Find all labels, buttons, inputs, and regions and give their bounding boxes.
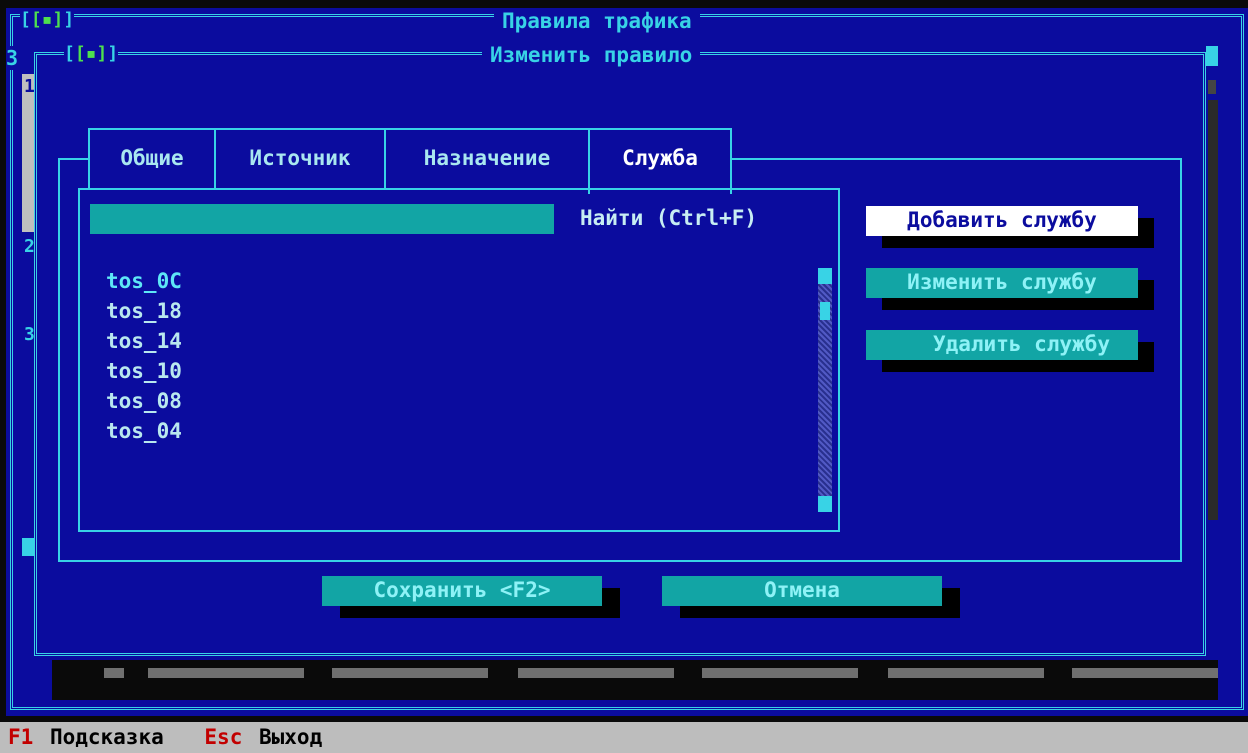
add-service-button[interactable]: Добавить службу bbox=[866, 206, 1138, 236]
list-item[interactable]: tos_18 bbox=[106, 296, 182, 326]
outer-window-number: 3 bbox=[6, 46, 19, 70]
list-scroll-thumb[interactable] bbox=[820, 302, 830, 320]
list-item[interactable]: tos_14 bbox=[106, 326, 182, 356]
tab-destination[interactable]: Назначение bbox=[384, 128, 590, 190]
dialog-title: Изменить правило bbox=[482, 44, 701, 66]
list-item[interactable]: tos_0C bbox=[106, 266, 182, 296]
exit-key[interactable]: Esc bbox=[204, 725, 242, 749]
edit-rule-dialog: [[▪]] Изменить правило Общие Источник На… bbox=[34, 40, 1206, 656]
outer-window-close-button[interactable]: [[▪]] bbox=[20, 10, 75, 30]
list-item[interactable]: tos_04 bbox=[106, 416, 182, 446]
exit-label[interactable]: Выход bbox=[259, 725, 322, 749]
bottom-bar-segment bbox=[332, 668, 488, 678]
delete-service-button[interactable]: Удалить службу bbox=[866, 330, 1138, 360]
list-item[interactable]: tos_10 bbox=[106, 356, 182, 386]
save-button[interactable]: Сохранить <F2> bbox=[322, 576, 602, 606]
bottom-bar-segment bbox=[702, 668, 858, 678]
cancel-button[interactable]: Отмена bbox=[662, 576, 942, 606]
dialog-close-button[interactable]: [[▪]] bbox=[64, 44, 119, 64]
scroll-down-icon[interactable] bbox=[818, 496, 832, 512]
status-bar: F1 Подсказка Esc Выход bbox=[0, 722, 1248, 753]
tab-service[interactable]: Служба bbox=[588, 128, 732, 194]
search-input[interactable] bbox=[90, 204, 554, 234]
bottom-bar-segment bbox=[518, 668, 674, 678]
list-item[interactable]: tos_08 bbox=[106, 386, 182, 416]
bottom-panel bbox=[52, 660, 1218, 700]
scroll-up-icon[interactable] bbox=[818, 268, 832, 284]
scroll-up-icon[interactable] bbox=[1206, 46, 1218, 66]
bottom-bar-segment bbox=[1072, 668, 1218, 678]
bottom-bar-segment bbox=[888, 668, 1044, 678]
bottom-bar-segment bbox=[148, 668, 304, 678]
service-listbox: Найти (Ctrl+F) bbox=[78, 188, 840, 532]
right-scroll-track[interactable] bbox=[1208, 100, 1218, 520]
help-label[interactable]: Подсказка bbox=[50, 725, 164, 749]
help-key[interactable]: F1 bbox=[8, 725, 33, 749]
outer-window-title: Правила трафика bbox=[494, 10, 700, 32]
tab-general[interactable]: Общие bbox=[88, 128, 216, 190]
search-label: Найти (Ctrl+F) bbox=[580, 206, 758, 230]
right-scroll-thumb[interactable] bbox=[1208, 80, 1216, 94]
bottom-bar-segment bbox=[104, 668, 124, 678]
terminal-screen: [[▪]] Правила трафика 3 1 2 3 T H H H bbox=[0, 0, 1248, 722]
tab-source[interactable]: Источник bbox=[214, 128, 386, 190]
edit-service-button[interactable]: Изменить службу bbox=[866, 268, 1138, 298]
outer-window: [[▪]] Правила трафика 3 1 2 3 T H H H bbox=[6, 8, 1248, 716]
